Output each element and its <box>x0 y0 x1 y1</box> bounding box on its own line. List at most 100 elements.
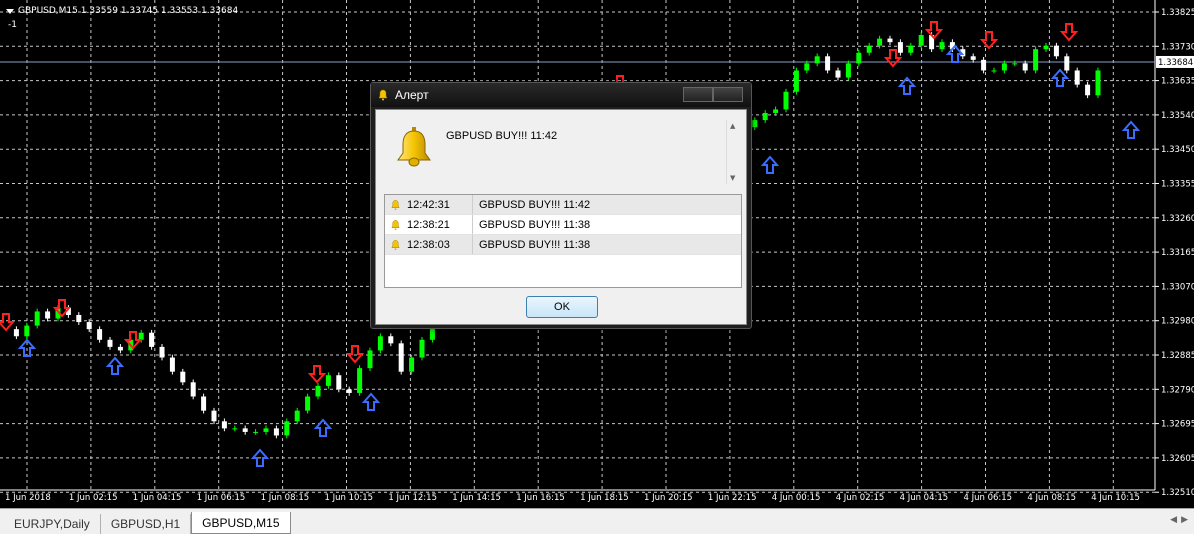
time-tick-label: 1 Jun 20:15 <box>644 493 693 503</box>
minimize-button[interactable] <box>683 87 713 102</box>
candle-body <box>783 91 789 110</box>
candle-body <box>1053 45 1059 57</box>
scroll-left-icon[interactable]: ◀ <box>1170 515 1177 525</box>
candle-body <box>897 42 903 53</box>
buy-arrow-icon <box>1050 68 1070 87</box>
alert-row[interactable]: 12:38:21 GBPUSD BUY!!! 11:38 <box>385 215 741 235</box>
message-area: GBPUSD BUY!!! 11:42 ▲ ▼ <box>384 120 740 184</box>
time-tick-label: 1 Jun 14:15 <box>452 493 501 503</box>
candle-body <box>908 45 914 53</box>
candle-body <box>835 70 841 78</box>
candle-body <box>887 38 893 43</box>
buy-arrow-icon <box>1121 120 1141 139</box>
alert-message: GBPUSD BUY!!! 11:42 <box>446 130 558 142</box>
tab-gbpusd-h1[interactable]: GBPUSD,H1 <box>101 514 192 534</box>
alert-dialog: Алерт GBPUSD BUY!!! 11:42 ▲ ▼ 12:42:31 G… <box>370 82 752 329</box>
price-tick-label: 1.32695 <box>1161 420 1194 430</box>
candle-body <box>221 421 227 429</box>
candle-body <box>773 109 779 113</box>
candle-body <box>117 346 123 351</box>
candle-body <box>107 339 113 347</box>
candle-body <box>45 311 51 319</box>
candle-body <box>866 45 872 53</box>
dialog-titlebar[interactable]: Алерт <box>371 83 751 107</box>
price-tick-label: 1.33635 <box>1161 77 1194 87</box>
candle-body <box>1022 63 1028 71</box>
close-button[interactable] <box>713 87 743 102</box>
price-tick-label: 1.32885 <box>1161 351 1194 361</box>
time-tick-label: 1 Jun 18:15 <box>580 493 629 503</box>
price-tick-label: 1.33540 <box>1161 111 1194 121</box>
candle-body <box>1074 70 1080 85</box>
time-tick-label: 4 Jun 06:15 <box>964 493 1013 503</box>
alert-history-list: 12:42:31 GBPUSD BUY!!! 11:42 12:38:21 GBPUS… <box>384 194 742 288</box>
candle-body <box>918 35 924 46</box>
candle-body <box>138 332 144 340</box>
dialog-body: GBPUSD BUY!!! 11:42 ▲ ▼ 12:42:31 GBPUSD B… <box>375 109 747 325</box>
candle-body <box>13 329 19 337</box>
time-tick-label: 1 Jun 02:15 <box>69 493 118 503</box>
time-tick-label: 4 Jun 02:15 <box>836 493 885 503</box>
candle-body <box>409 357 415 372</box>
tab-gbpusd-m15[interactable]: GBPUSD,M15 <box>191 512 291 534</box>
time-tick-label: 4 Jun 10:15 <box>1091 493 1140 503</box>
candle-body <box>388 336 394 344</box>
candle-body <box>190 382 196 397</box>
alert-row[interactable]: 12:38:03 GBPUSD BUY!!! 11:38 <box>385 235 741 255</box>
time-tick-label: 1 Jun 16:15 <box>516 493 565 503</box>
price-tick-label: 1.33355 <box>1161 180 1194 190</box>
bell-icon <box>397 127 431 167</box>
alert-time-cell: 12:42:31 <box>385 195 473 214</box>
buy-arrow-icon <box>105 356 125 375</box>
candle-body <box>284 421 290 436</box>
time-tick-label: 1 Jun 22:15 <box>708 493 757 503</box>
collapse-triangle-icon[interactable] <box>6 8 14 14</box>
price-tick-label: 1.33825 <box>1161 8 1194 18</box>
candle-body <box>1095 70 1101 96</box>
time-tick-label: 1 Jun 12:15 <box>388 493 437 503</box>
scroll-down-icon[interactable]: ▼ <box>730 174 735 182</box>
candle-body <box>232 428 238 430</box>
candle-body <box>991 70 997 72</box>
window-controls <box>683 87 743 102</box>
candle-body <box>1012 63 1018 65</box>
ok-button[interactable]: OK <box>526 296 598 318</box>
price-tick-label: 1.33450 <box>1161 145 1194 155</box>
terminal-window: 1.33825 1.33730 1.33635 1.33540 1.33450 1.333… <box>0 0 1194 534</box>
chart-tabs: EURJPY,Daily GBPUSD,H1 GBPUSD,M15 ◀ ▶ <box>0 508 1194 534</box>
current-price-label: 1.33684 <box>1158 58 1193 68</box>
price-tick-label: 1.32980 <box>1161 317 1194 327</box>
alert-time: 12:42:31 <box>407 198 450 211</box>
symbol-info-text: GBPUSD,M15 1.33559 1.33745 1.33553 1.336… <box>18 6 239 16</box>
candle-body <box>149 332 155 347</box>
symbol-info: GBPUSD,M15 1.33559 1.33745 1.33553 1.336… <box>6 6 238 16</box>
tab-eurjpy-daily[interactable]: EURJPY,Daily <box>4 514 101 534</box>
sell-arrow-icon <box>0 313 16 332</box>
candle-body <box>1085 84 1091 96</box>
candle-body <box>169 357 175 372</box>
alert-row[interactable]: 12:42:31 GBPUSD BUY!!! 11:42 <box>385 195 741 215</box>
alert-text: GBPUSD BUY!!! 11:38 <box>479 218 591 231</box>
candle-body <box>201 396 207 411</box>
tab-scroll-controls: ◀ ▶ <box>1170 515 1188 525</box>
candle-body <box>377 336 383 351</box>
alert-time: 12:38:21 <box>407 218 450 231</box>
candle-body <box>793 70 799 92</box>
candle-body <box>325 375 331 386</box>
dialog-title: Алерт <box>395 88 429 102</box>
candle-body <box>253 431 259 433</box>
candle-body <box>877 38 883 46</box>
candle-body <box>367 350 373 369</box>
buy-arrow-icon <box>313 418 333 437</box>
message-scrollbar[interactable]: ▲ ▼ <box>726 120 740 184</box>
sell-arrow-icon <box>979 31 999 50</box>
candle-body <box>336 375 342 390</box>
candle-body <box>97 329 103 340</box>
scroll-up-icon[interactable]: ▲ <box>730 122 735 130</box>
time-tick-label: 1 Jun 10:15 <box>325 493 374 503</box>
alert-time: 12:38:03 <box>407 238 450 251</box>
candle-body <box>814 56 820 64</box>
candle-body <box>357 368 363 393</box>
scroll-right-icon[interactable]: ▶ <box>1181 515 1188 525</box>
price-tick-label: 1.33165 <box>1161 248 1194 258</box>
